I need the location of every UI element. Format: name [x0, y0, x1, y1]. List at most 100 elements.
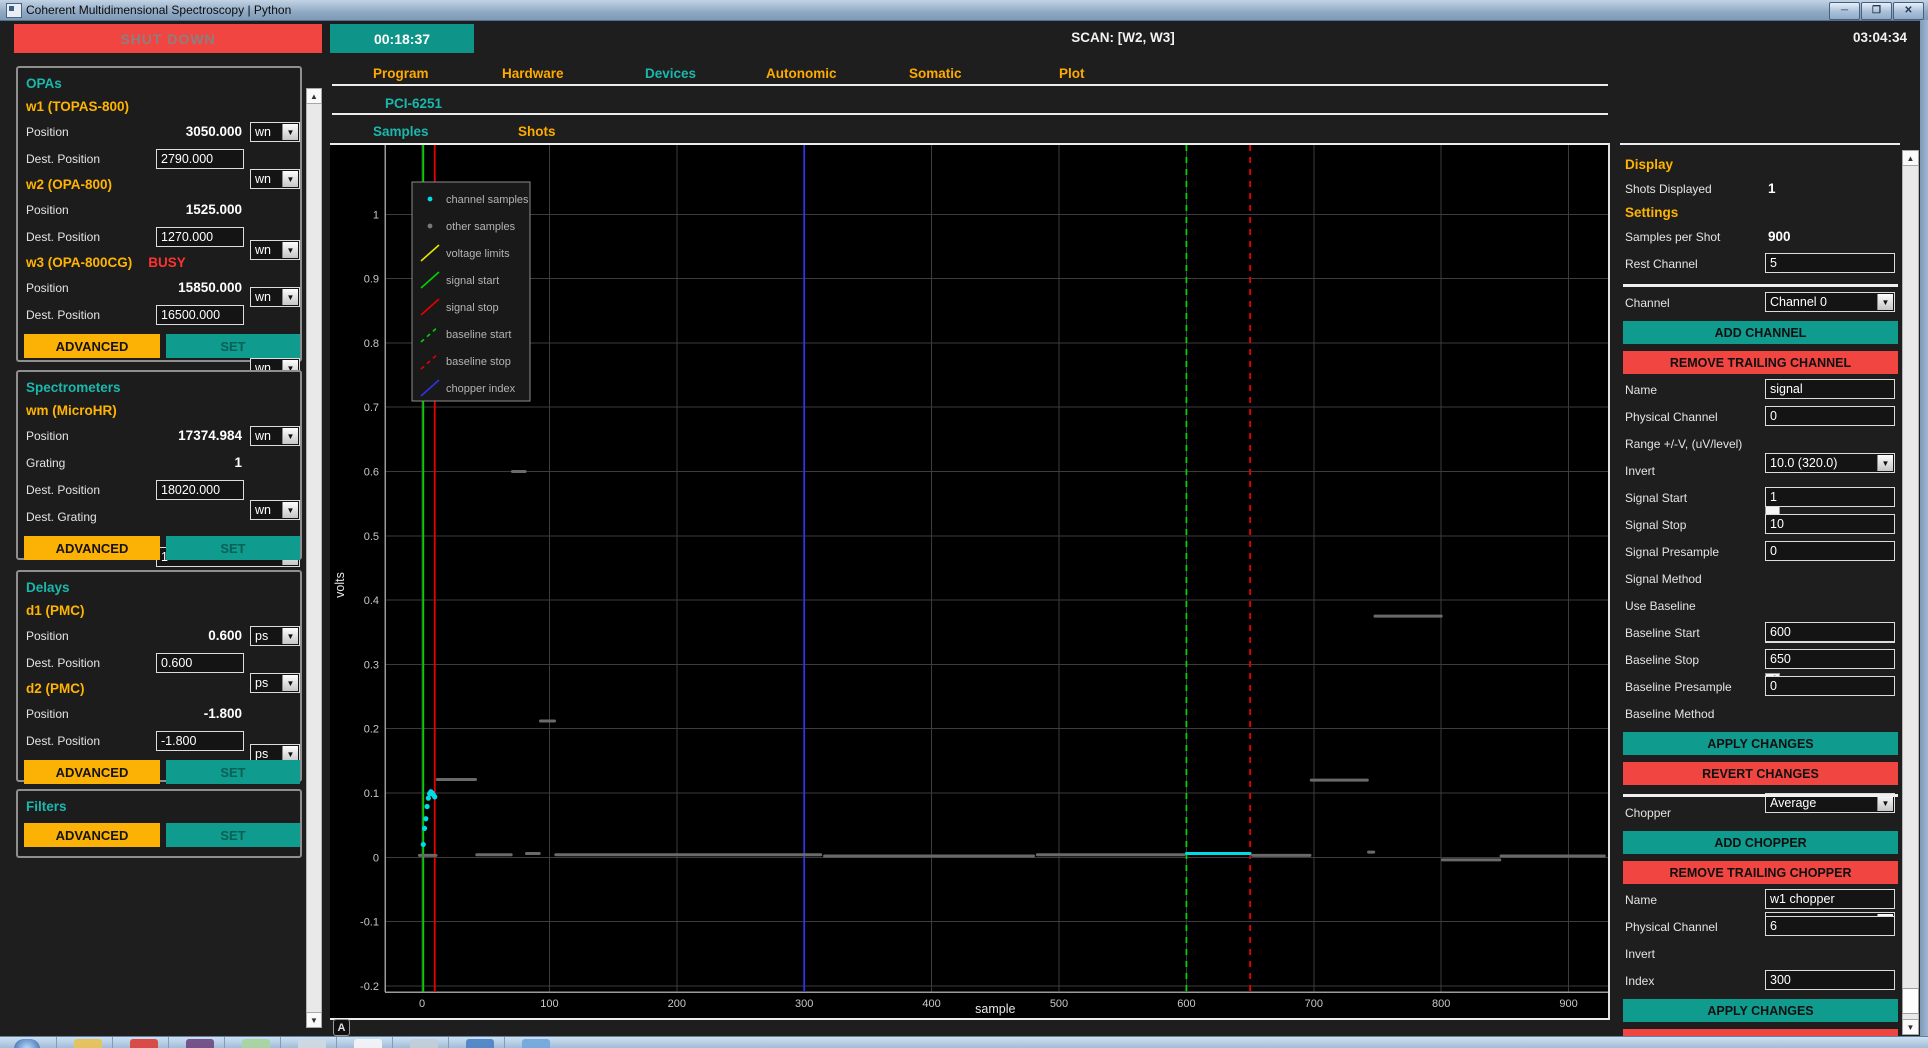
setting-value: 900 [1768, 229, 1791, 244]
physical-channel-input[interactable]: 6 [1765, 916, 1895, 936]
advanced-button[interactable]: ADVANCED [24, 334, 160, 358]
dest-position-input[interactable]: 16500.000 [156, 305, 244, 325]
units-select[interactable]: wn▼ [250, 240, 300, 260]
taskbar-gray-app-icon[interactable] [298, 1039, 326, 1048]
add-channel-button[interactable]: ADD CHANNEL [1623, 321, 1898, 344]
device-tab-pci6251[interactable]: PCI-6251 [385, 96, 442, 111]
name-input[interactable]: w1 chopper [1765, 889, 1895, 909]
dest-position-input[interactable]: 18020.000 [156, 480, 244, 500]
menu-item-plot[interactable]: Plot [1059, 66, 1085, 81]
set-button[interactable]: SET [166, 334, 300, 358]
taskbar-white-app-icon[interactable] [354, 1039, 382, 1048]
taskbar-blue-app-2-icon[interactable] [522, 1039, 550, 1048]
chevron-down-icon[interactable]: ▼ [282, 171, 298, 187]
menu-item-program[interactable]: Program [373, 66, 429, 81]
chevron-down-icon[interactable]: ▼ [1877, 795, 1893, 811]
signal-start-input[interactable]: 1 [1765, 487, 1895, 507]
name-input[interactable]: signal [1765, 379, 1895, 399]
units-select[interactable]: wn▼ [250, 169, 300, 189]
units-select[interactable]: wn▼ [250, 122, 300, 142]
left-scrollbar[interactable] [306, 88, 322, 1028]
right-scrollbar[interactable] [1902, 150, 1919, 1035]
remove-trailing-channel-button[interactable]: REMOVE TRAILING CHANNEL [1623, 351, 1898, 374]
restore-button[interactable]: ❐ [1861, 2, 1892, 20]
shots-plot[interactable]: 10.90.80.70.60.50.40.30.20.10-0.1-0.2010… [330, 145, 1608, 1018]
set-button[interactable]: SET [166, 760, 300, 784]
revert-changes-button[interactable]: REVERT CHANGES [1623, 1029, 1898, 1036]
advanced-button[interactable]: ADVANCED [24, 536, 160, 560]
index-input[interactable]: 300 [1765, 970, 1895, 990]
baseline-presample-input[interactable]: 0 [1765, 676, 1895, 696]
taskbar-folder-app-icon[interactable] [74, 1039, 102, 1048]
menu-item-somatic[interactable]: Somatic [909, 66, 962, 81]
range-v-uv-level--select[interactable]: 10.0 (320.0)▼ [1765, 453, 1895, 473]
y-axis-label: volts [333, 572, 347, 598]
taskbar-red-app-icon[interactable] [130, 1039, 158, 1048]
advanced-button[interactable]: ADVANCED [24, 760, 160, 784]
units-select[interactable]: wn▼ [250, 426, 300, 446]
units-select[interactable]: wn▼ [250, 287, 300, 307]
advanced-button[interactable]: ADVANCED [24, 823, 160, 847]
units-select[interactable]: ps▼ [250, 673, 300, 693]
device-name-label: w3 (OPA-800CG) [26, 255, 132, 270]
taskbar-start-orb-icon[interactable] [14, 1039, 40, 1048]
device-settings-panel: DisplayShots Displayed1SettingsSamples p… [1620, 150, 1900, 1036]
tab-samples[interactable]: Samples [373, 124, 429, 139]
add-chopper-button[interactable]: ADD CHOPPER [1623, 831, 1898, 854]
chevron-down-icon[interactable]: ▼ [282, 628, 298, 644]
shutdown-button[interactable]: SHUT DOWN [14, 24, 322, 53]
baseline-stop-input[interactable]: 650 [1765, 649, 1895, 669]
tab-shots[interactable]: Shots [518, 124, 556, 139]
units-select[interactable]: ps▼ [250, 626, 300, 646]
set-button[interactable]: SET [166, 823, 300, 847]
left-scrollbar-down-icon[interactable]: ▼ [306, 1012, 322, 1028]
chevron-down-icon[interactable]: ▼ [282, 675, 298, 691]
apply-changes-button[interactable]: APPLY CHANGES [1623, 732, 1898, 755]
svg-text:0.5: 0.5 [364, 531, 379, 543]
remove-trailing-chopper-button[interactable]: REMOVE TRAILING CHOPPER [1623, 861, 1898, 884]
physical-channel-input[interactable]: 0 [1765, 406, 1895, 426]
chevron-down-icon[interactable]: ▼ [1877, 455, 1893, 471]
device-name: wm (MicroHR) [26, 402, 117, 420]
dest-position-input[interactable]: 0.600 [156, 653, 244, 673]
menu-item-autonomic[interactable]: Autonomic [766, 66, 837, 81]
device-name-label: d2 (PMC) [26, 681, 85, 696]
dest-position-input[interactable]: 2790.000 [156, 149, 244, 169]
units-select[interactable]: wn▼ [250, 500, 300, 520]
baseline-start-input[interactable]: 600 [1765, 622, 1895, 642]
setting-label: Invert [1625, 947, 1655, 961]
dest-position-input[interactable]: 1270.000 [156, 227, 244, 247]
signal-presample-input[interactable]: 0 [1765, 541, 1895, 561]
taskbar-green-app-icon[interactable] [242, 1039, 270, 1048]
close-button[interactable]: ✕ [1893, 2, 1924, 20]
right-scrollbar-thumb[interactable] [1902, 988, 1919, 1014]
menu-item-hardware[interactable]: Hardware [502, 66, 564, 81]
field-label: Dest. Position [26, 656, 100, 670]
setting-label: Invert [1625, 464, 1655, 478]
rest-channel-input[interactable]: 5 [1765, 253, 1895, 273]
right-scrollbar-down-icon[interactable]: ▼ [1902, 1019, 1919, 1035]
menu-item-devices[interactable]: Devices [645, 66, 696, 81]
taskbar-purple-app-icon[interactable] [186, 1039, 214, 1048]
chevron-down-icon[interactable]: ▼ [282, 242, 298, 258]
right-scrollbar-up-icon[interactable]: ▲ [1902, 150, 1919, 166]
chevron-down-icon[interactable]: ▼ [282, 124, 298, 140]
data-point [432, 794, 437, 799]
apply-changes-button[interactable]: APPLY CHANGES [1623, 999, 1898, 1022]
chevron-down-icon[interactable]: ▼ [1877, 294, 1893, 310]
chevron-down-icon[interactable]: ▼ [282, 289, 298, 305]
taskbar-blue-app-icon[interactable] [466, 1039, 494, 1048]
left-scrollbar-up-icon[interactable]: ▲ [306, 88, 322, 104]
minimize-button[interactable]: ─ [1829, 2, 1860, 20]
set-button[interactable]: SET [166, 536, 300, 560]
setting-label: Physical Channel [1625, 920, 1718, 934]
taskbar-gray-app-2-icon[interactable] [410, 1039, 438, 1048]
plot-autorange-button[interactable]: A [333, 1019, 350, 1036]
signal-stop-input[interactable]: 10 [1765, 514, 1895, 534]
chevron-down-icon[interactable]: ▼ [282, 428, 298, 444]
revert-changes-button[interactable]: REVERT CHANGES [1623, 762, 1898, 785]
taskbar-divider [224, 1037, 225, 1048]
channel-select[interactable]: Channel 0▼ [1765, 292, 1895, 312]
dest-position-input[interactable]: -1.800 [156, 731, 244, 751]
chevron-down-icon[interactable]: ▼ [282, 502, 298, 518]
